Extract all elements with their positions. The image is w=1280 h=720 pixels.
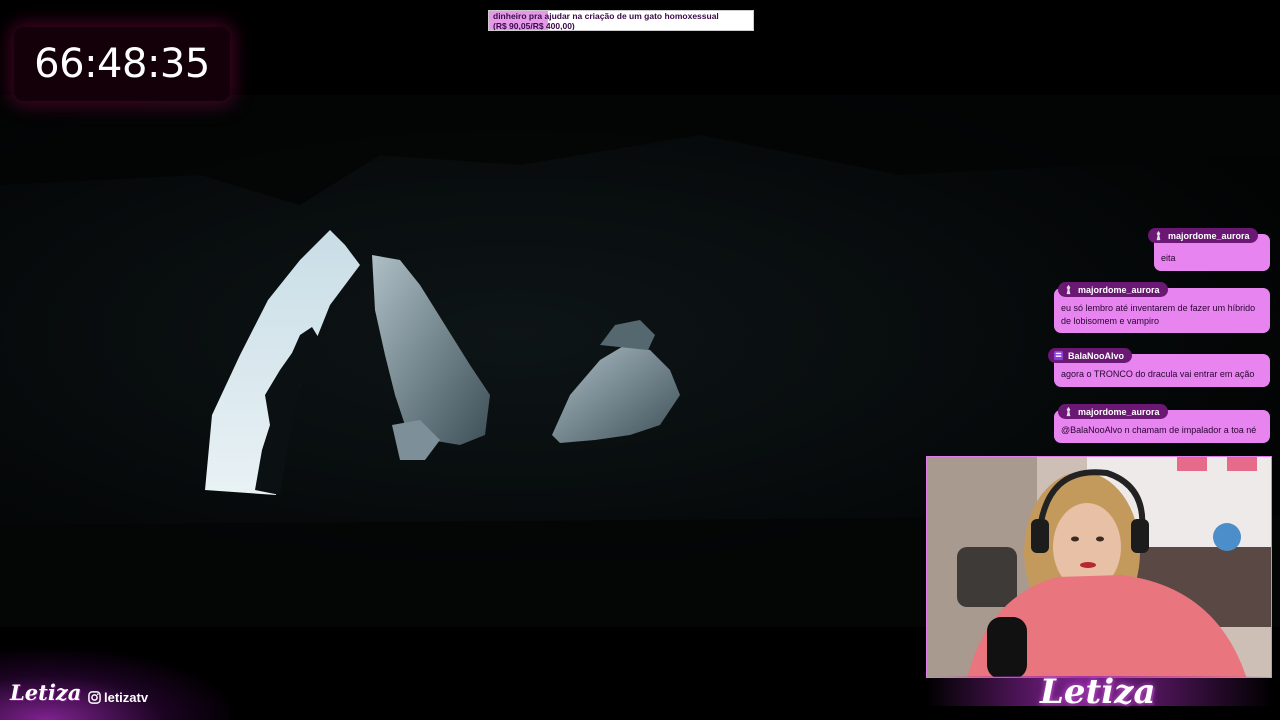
list-icon [1053,350,1064,361]
figure-icon [1066,284,1071,295]
instagram-icon [88,691,101,704]
goal-title: dinheiro pra ajudar na criação de um gat… [493,11,719,21]
chat-username-tag: majordome_aurora [1058,404,1168,419]
chat-username-tag: majordome_aurora [1058,282,1168,297]
webcam-logo: Letiza [1040,672,1156,712]
chat-username-tag: BalaNooAlvo [1048,348,1133,363]
goal-amount: (R$ 90,05/R$ 400,00) [493,21,575,31]
chat-message: majordome_aurora eita [1148,228,1270,271]
figure-icon [1156,230,1161,241]
chat-username: majordome_aurora [1078,284,1160,295]
webcam-scene [927,457,1271,677]
goal-text: dinheiro pra ajudar na criação de um gat… [493,11,719,31]
channel-logo: Letiza [10,680,82,705]
donation-goal-bar: dinheiro pra ajudar na criação de um gat… [488,10,754,31]
figure-icon [1066,406,1071,417]
webcam-feed [926,456,1272,678]
chat-username: majordome_aurora [1168,230,1250,241]
chat-username: BalaNooAlvo [1068,350,1125,361]
chat-message: majordome_aurora eu só lembro até invent… [1054,282,1270,333]
timer-value: 66:48:35 [34,41,210,87]
subathon-timer: 66:48:35 [14,27,230,101]
instagram-handle: letizatv [88,690,148,705]
chat-message: BalaNooAlvo agora o TRONCO do dracula va… [1048,348,1270,387]
chat-message: majordome_aurora @BalaNooAlvo n chamam d… [1054,404,1270,443]
instagram-text: letizatv [104,690,149,705]
chat-username: majordome_aurora [1078,406,1160,417]
chat-username-tag: majordome_aurora [1148,228,1258,243]
